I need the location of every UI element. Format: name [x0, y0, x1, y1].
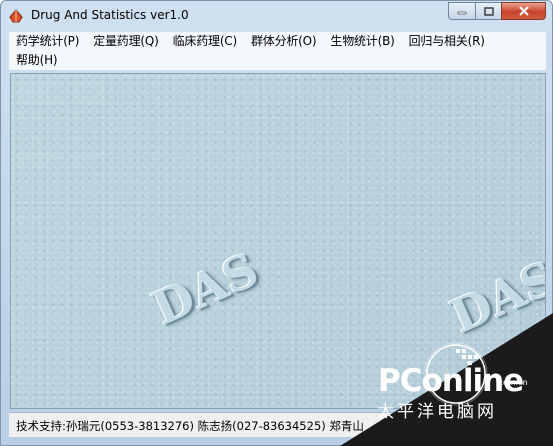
title-bar[interactable]: Drug And Statistics ver1.0: [1, 1, 552, 31]
close-icon: [518, 6, 529, 16]
menu-population-analysis[interactable]: 群体分析(O): [244, 32, 323, 51]
maximize-button[interactable]: [475, 2, 501, 20]
menu-bar: 药学统计(P) 定量药理(Q) 临床药理(C) 群体分析(O) 生物统计(B) …: [9, 32, 546, 70]
maximize-icon: [483, 6, 494, 16]
menu-pharmacy-stats[interactable]: 药学统计(P): [9, 32, 86, 51]
minimize-icon: [457, 11, 467, 15]
menu-quantitative-pharmacology[interactable]: 定量药理(Q): [86, 32, 165, 51]
close-button[interactable]: [501, 2, 546, 20]
status-text: 技术支持:孙瑞元(0553-3813276) 陈志扬(027-83634525)…: [16, 419, 364, 433]
menu-biostatistics[interactable]: 生物统计(B): [323, 32, 401, 51]
menu-row-1: 药学统计(P) 定量药理(Q) 临床药理(C) 群体分析(O) 生物统计(B) …: [9, 32, 492, 51]
pconline-domain: .com.cn: [496, 378, 528, 387]
menu-regression-correlation[interactable]: 回归与相关(R): [402, 32, 492, 51]
das-watermark: DAS: [144, 242, 267, 336]
menu-help[interactable]: 帮助(H): [9, 51, 64, 70]
window-controls: [448, 2, 546, 20]
mdi-client-area[interactable]: DAS DAS: [10, 73, 546, 409]
menu-clinical-pharmacology[interactable]: 临床药理(C): [166, 32, 244, 51]
menu-row-2: 帮助(H): [9, 51, 64, 70]
window-title: Drug And Statistics ver1.0: [31, 8, 189, 22]
pconline-chinese-name: 太平洋电脑网: [377, 402, 497, 422]
minimize-button[interactable]: [448, 2, 475, 20]
das-watermark: DAS: [442, 250, 546, 344]
app-icon[interactable]: [8, 8, 24, 24]
